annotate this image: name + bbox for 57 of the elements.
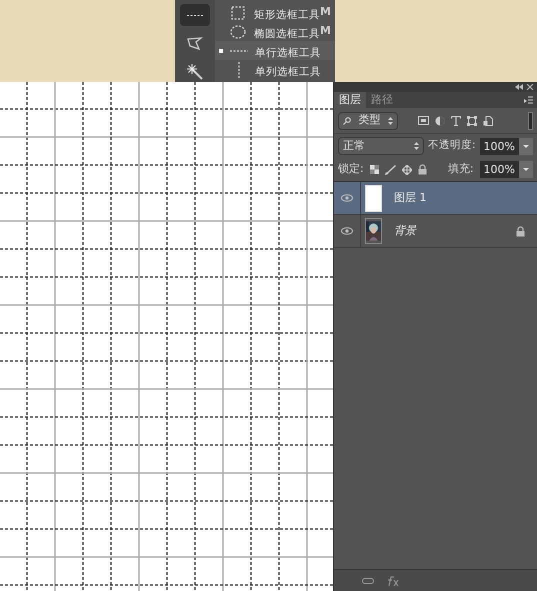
type-filter-icon[interactable]: [451, 116, 461, 126]
menu-item[interactable]: 矩形选框工具M: [215, 3, 335, 22]
single-row-marquee-icon: [187, 14, 203, 16]
single-column-marquee-icon: [237, 62, 241, 78]
link-icon[interactable]: [362, 578, 374, 584]
menu-item-label: 单列选框工具: [255, 66, 321, 78]
close-icon[interactable]: [527, 84, 533, 90]
move-icon[interactable]: [402, 164, 412, 174]
rectangle-marquee-icon: [231, 6, 246, 20]
selected-bullet-icon: [219, 48, 223, 52]
single-row-marquee-icon: [230, 48, 248, 52]
layer-row[interactable]: 图层 1: [334, 182, 537, 215]
fill-field[interactable]: 100%: [480, 161, 519, 178]
layer-lock-icon: [516, 226, 525, 236]
dropdown-button[interactable]: [519, 138, 533, 154]
blend-mode-select[interactable]: 正常: [338, 137, 424, 155]
stepper-icon: [388, 116, 393, 124]
effects-icon[interactable]: [386, 576, 400, 586]
lock-label: 锁定:: [338, 161, 364, 178]
search-icon: [343, 116, 351, 124]
layer-name: 背景: [394, 222, 418, 239]
polygon-lasso-icon: [187, 37, 203, 51]
shape-filter-icon[interactable]: [467, 116, 477, 126]
adjustment-filter-icon[interactable]: [435, 116, 445, 126]
magic-wand-icon: [187, 64, 203, 80]
lock-icon: [418, 164, 427, 175]
layer-row[interactable]: 背景: [334, 215, 537, 248]
caret-icon: [523, 144, 529, 148]
menu-item-label: 单行选框工具: [255, 46, 321, 58]
panel-tab[interactable]: 图层: [334, 92, 366, 108]
collapse-icon[interactable]: [515, 84, 523, 90]
menu-item-label: 矩形选框工具: [254, 8, 320, 20]
menu-item[interactable]: 椭圆选框工具M: [215, 22, 335, 41]
menu-item[interactable]: 单列选框工具: [215, 60, 335, 79]
menu-item[interactable]: 单行选框工具: [215, 41, 335, 60]
caret-icon: [523, 168, 529, 171]
panel-menu-icon[interactable]: [524, 96, 533, 104]
smart-object-filter-icon[interactable]: [483, 116, 493, 126]
brush-icon[interactable]: [384, 164, 396, 174]
shortcut-label: M: [320, 4, 331, 20]
stepper-icon: [414, 142, 419, 150]
filter-toggle[interactable]: [528, 112, 533, 130]
opacity-field[interactable]: 100%: [480, 138, 519, 154]
dropdown-button[interactable]: [519, 161, 533, 178]
eye-icon[interactable]: [341, 194, 353, 202]
eye-icon[interactable]: [341, 227, 353, 235]
checkerboard-icon[interactable]: [370, 165, 379, 174]
opacity-label: 不透明度:: [428, 138, 476, 154]
layer-thumbnail: [365, 184, 382, 212]
panel-tab[interactable]: 路径: [366, 92, 398, 108]
shortcut-label: M: [320, 23, 331, 40]
ellipse-marquee-icon: [230, 24, 246, 38]
filter-select[interactable]: 类型: [338, 112, 398, 130]
fill-label: 填充:: [448, 161, 474, 178]
image-filter-icon[interactable]: [418, 116, 429, 125]
menu-item-label: 椭圆选框工具: [254, 28, 320, 40]
layer-name: 图层 1: [394, 190, 428, 206]
